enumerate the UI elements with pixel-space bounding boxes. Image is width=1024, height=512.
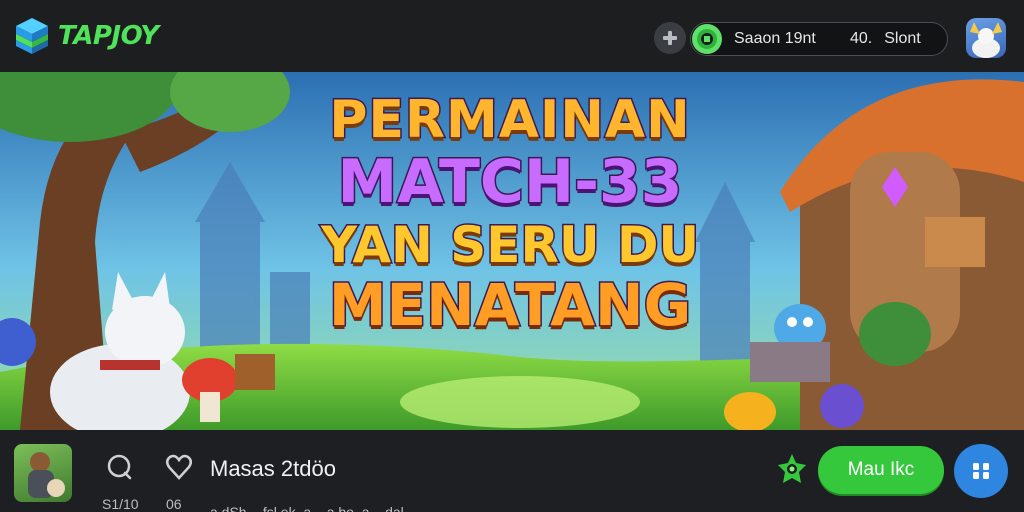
game-thumbnail[interactable] (14, 444, 72, 502)
title-line-1: PERMAINAN (328, 90, 691, 150)
play-button[interactable]: Mau Ikc (818, 446, 944, 494)
reward-coin-icon (692, 24, 722, 54)
brand-logo[interactable]: TAPJOY (14, 14, 159, 58)
reward-count: 40. (850, 30, 873, 47)
gem-icon[interactable] (776, 453, 808, 485)
gamepad-icon[interactable] (654, 22, 686, 54)
reward-unit: Slont (884, 30, 921, 47)
title-line-3: YAN SERU DU (319, 216, 700, 274)
like-count: 06 (166, 496, 182, 512)
comment-count: S1/10 (102, 496, 139, 512)
hero-banner[interactable]: PERMAINAN MATCH-33 YAN SERU DU MENATANG (0, 72, 1024, 430)
top-bar: TAPJOY Saaon 19nt 40. Slont (0, 0, 1024, 72)
reward-pill[interactable]: Saaon 19nt 40. Slont (690, 22, 948, 56)
user-avatar[interactable] (966, 18, 1006, 58)
menu-grid-icon[interactable] (954, 444, 1008, 498)
banner-title: PERMAINAN MATCH-33 YAN SERU DU MENATANG (300, 90, 720, 339)
title-line-2: MATCH-33 (336, 147, 684, 217)
brand-wordmark: TAPJOY (58, 21, 159, 51)
comment-icon[interactable] (104, 452, 134, 482)
heart-icon[interactable] (164, 452, 194, 482)
logo-cube-icon (14, 16, 50, 56)
reward-name: Saaon 19nt (734, 30, 816, 47)
title-line-4: MENATANG (327, 271, 692, 339)
game-subtitle: a dSh · ,fsl,ek,,a.,,,a,bo,,a..,,dal, (210, 504, 408, 512)
bottom-bar: S1/10 06 Masas 2tdöo a dSh · ,fsl,ek,,a.… (0, 430, 1024, 512)
game-name: Masas 2tdöo (210, 456, 336, 481)
